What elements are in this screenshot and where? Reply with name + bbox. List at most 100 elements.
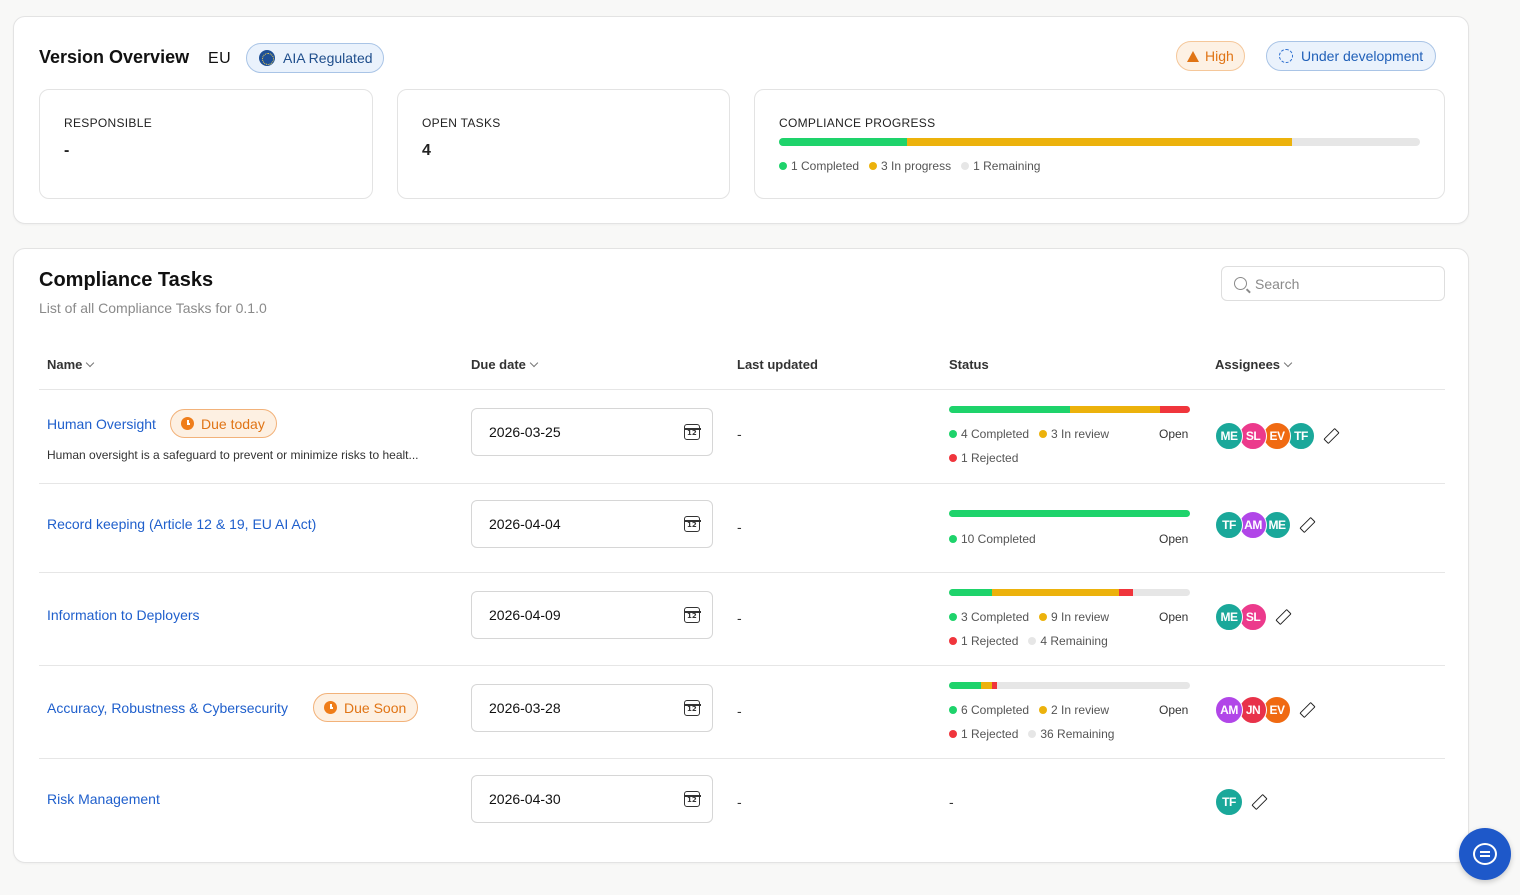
search-input[interactable] [1255, 275, 1425, 292]
task-state: Open [1159, 703, 1189, 717]
task-name-link[interactable]: Accuracy, Robustness & Cybersecurity [47, 700, 288, 716]
avatar: SL [1239, 422, 1267, 450]
amber-dot-icon [1039, 706, 1048, 714]
amber-dot-icon [869, 162, 878, 170]
due-date-field[interactable]: 2026-03-28 [471, 684, 713, 732]
avatar: TF [1215, 788, 1243, 816]
green-dot-icon [779, 162, 787, 170]
red-dot-icon [949, 637, 957, 645]
status-legend: 1 Rejected 36 Remaining [949, 727, 1114, 741]
progress-completed-segment [779, 138, 908, 146]
compliance-tasks-title: Compliance Tasks [39, 269, 214, 291]
calendar-icon[interactable] [683, 516, 701, 532]
edit-pencil-icon[interactable] [1251, 795, 1265, 809]
avatar: EV [1263, 696, 1291, 724]
open-tasks-value: 4 [422, 142, 431, 159]
status-empty: - [949, 794, 954, 810]
column-header-due-date[interactable]: Due date [471, 357, 539, 372]
legend-completed: 1 Completed [779, 159, 859, 173]
calendar-icon[interactable] [683, 607, 701, 623]
avatar: AM [1215, 696, 1243, 724]
region-label: EU [208, 50, 232, 67]
column-header-name[interactable]: Name [47, 357, 95, 372]
edit-pencil-icon[interactable] [1275, 610, 1289, 624]
column-header-assignees[interactable]: Assignees [1215, 357, 1293, 372]
status-legend: 1 Rejected 4 Remaining [949, 634, 1108, 648]
chevron-down-icon [1283, 358, 1293, 368]
column-header-status: Status [949, 357, 989, 372]
column-header-last-updated: Last updated [737, 357, 818, 372]
status-review-segment [981, 682, 992, 689]
clock-icon [181, 417, 194, 430]
status-legend: 1 Rejected [949, 451, 1018, 465]
chat-icon [1473, 843, 1497, 865]
green-dot-icon [949, 535, 957, 543]
avatar: AM [1239, 511, 1267, 539]
edit-pencil-icon[interactable] [1299, 518, 1313, 532]
chevron-down-icon [86, 358, 95, 368]
red-dot-icon [949, 454, 957, 462]
status-bar [949, 682, 1190, 689]
status-legend: 6 Completed 2 In review [949, 703, 1109, 717]
calendar-icon[interactable] [683, 700, 701, 716]
status-completed-segment [949, 510, 1190, 517]
risk-level-label: High [1205, 48, 1234, 64]
search-icon [1234, 277, 1247, 290]
due-date-field[interactable]: 2026-03-25 [471, 408, 713, 456]
status-bar [949, 589, 1190, 596]
version-overview-card: Version Overview EU AIA Regulated High U… [13, 16, 1469, 224]
task-name-link[interactable]: Risk Management [47, 791, 160, 807]
task-name-link[interactable]: Human Oversight [47, 416, 156, 432]
search-box[interactable] [1221, 266, 1445, 301]
status-completed-segment [949, 589, 992, 596]
task-state: Open [1159, 610, 1189, 624]
responsible-value: - [64, 142, 70, 159]
green-dot-icon [949, 430, 957, 438]
compliance-tasks-subtitle: List of all Compliance Tasks for 0.1.0 [39, 300, 267, 316]
edit-pencil-icon[interactable] [1323, 429, 1337, 443]
avatar: TF [1287, 422, 1315, 450]
last-updated-value: - [737, 426, 742, 442]
status-rejected-segment [1159, 406, 1190, 413]
avatar: ME [1215, 603, 1243, 631]
status-bar [949, 406, 1190, 413]
edit-pencil-icon[interactable] [1299, 703, 1313, 717]
amber-dot-icon [1039, 430, 1048, 438]
green-dot-icon [949, 706, 957, 714]
development-status-badge: Under development [1266, 41, 1437, 71]
status-legend: 4 Completed 3 In review [949, 427, 1109, 441]
task-name-link[interactable]: Information to Deployers [47, 607, 200, 623]
compliance-progress-bar [779, 138, 1420, 146]
table-row: Accuracy, Robustness & Cybersecurity Due… [14, 666, 1470, 758]
due-date-field[interactable]: 2026-04-04 [471, 500, 713, 548]
progress-in-progress-segment [907, 138, 1292, 146]
avatar: ME [1215, 422, 1243, 450]
green-dot-icon [949, 613, 957, 621]
task-state: Open [1159, 532, 1189, 546]
last-updated-value: - [737, 519, 742, 535]
chevron-down-icon [529, 358, 539, 368]
open-tasks-stat: OPEN TASKS 4 [397, 89, 730, 199]
amber-dot-icon [1039, 613, 1048, 621]
due-today-badge: Due today [170, 409, 277, 438]
calendar-icon[interactable] [683, 791, 701, 807]
table-row: Record keeping (Article 12 & 19, EU AI A… [14, 484, 1470, 572]
responsible-stat: RESPONSIBLE - [39, 89, 373, 199]
chat-support-button[interactable] [1459, 828, 1511, 880]
open-tasks-label: OPEN TASKS [422, 116, 501, 130]
compliance-progress-stat: COMPLIANCE PROGRESS 1 Completed 3 In pro… [754, 89, 1445, 199]
due-date-field[interactable]: 2026-04-09 [471, 591, 713, 639]
status-completed-segment [949, 406, 1070, 413]
red-dot-icon [949, 730, 957, 738]
legend-remaining: 1 Remaining [961, 159, 1040, 173]
status-rejected-segment [991, 682, 998, 689]
status-review-segment [991, 589, 1120, 596]
table-row: Risk Management 2026-04-30 - - TF [14, 759, 1470, 849]
due-date-field[interactable]: 2026-04-30 [471, 775, 713, 823]
assignee-avatars: ME SL EV TF [1215, 422, 1337, 450]
task-description: Human oversight is a safeguard to preven… [47, 448, 419, 462]
task-name-link[interactable]: Record keeping (Article 12 & 19, EU AI A… [47, 516, 316, 532]
calendar-icon[interactable] [683, 424, 701, 440]
assignee-avatars: AM JN EV [1215, 696, 1313, 724]
avatar: TF [1215, 511, 1243, 539]
